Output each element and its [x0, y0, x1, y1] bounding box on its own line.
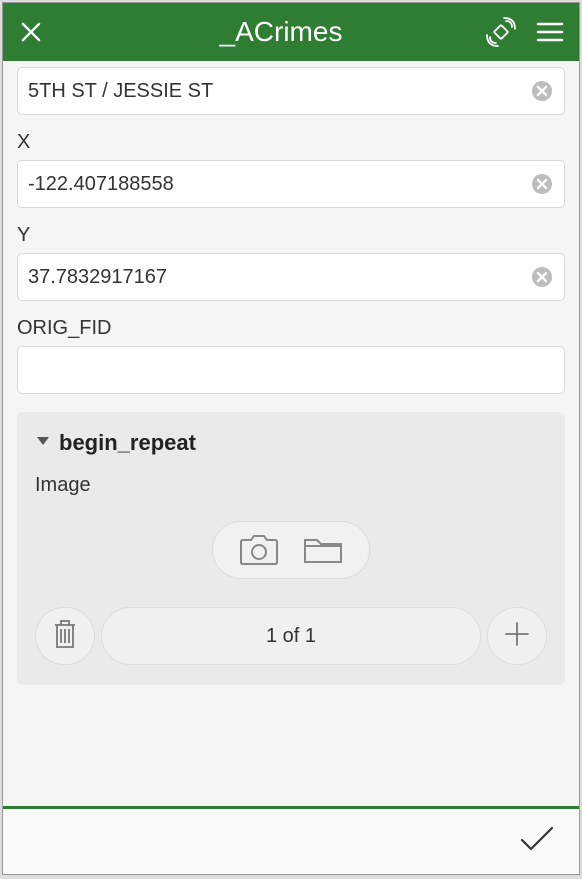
checkmark-icon [517, 822, 557, 856]
page-title: _ACrimes [77, 16, 485, 48]
x-label: X [17, 131, 565, 154]
add-button[interactable] [487, 607, 547, 665]
pager-label[interactable]: 1 of 1 [101, 607, 481, 665]
menu-icon[interactable] [535, 19, 565, 45]
camera-icon[interactable] [237, 532, 281, 568]
header-right [485, 16, 565, 48]
trash-icon [51, 617, 79, 656]
orig-fid-input-wrap [17, 346, 565, 394]
repeat-section: begin_repeat Image [17, 412, 565, 685]
footer [3, 806, 579, 874]
x-input-wrap [17, 160, 565, 208]
chevron-down-icon [35, 434, 51, 452]
close-icon[interactable] [17, 18, 45, 46]
submit-button[interactable] [517, 822, 557, 861]
form-content: X Y [3, 61, 579, 806]
folder-icon[interactable] [301, 532, 345, 568]
y-label: Y [17, 224, 565, 247]
plus-icon [502, 619, 532, 654]
field-y: Y [17, 224, 565, 301]
repeat-title: begin_repeat [59, 430, 196, 456]
satellite-icon[interactable] [485, 16, 517, 48]
field-address [17, 67, 565, 115]
y-input-wrap [17, 253, 565, 301]
address-input-wrap [17, 67, 565, 115]
delete-button[interactable] [35, 607, 95, 665]
repeat-sublabel: Image [35, 474, 547, 497]
clear-icon[interactable] [530, 172, 554, 196]
repeat-header[interactable]: begin_repeat [35, 430, 547, 456]
field-x: X [17, 131, 565, 208]
clear-icon[interactable] [530, 265, 554, 289]
field-orig-fid: ORIG_FID [17, 317, 565, 394]
media-buttons [35, 521, 547, 579]
y-input[interactable] [28, 266, 530, 289]
address-input[interactable] [28, 80, 530, 103]
media-pill [212, 521, 370, 579]
x-input[interactable] [28, 173, 530, 196]
app-container: _ACrimes [2, 2, 580, 875]
orig-fid-label: ORIG_FID [17, 317, 565, 340]
header: _ACrimes [3, 3, 579, 61]
header-left [17, 18, 77, 46]
repeat-nav: 1 of 1 [35, 607, 547, 665]
orig-fid-input[interactable] [28, 359, 554, 382]
clear-icon[interactable] [530, 79, 554, 103]
